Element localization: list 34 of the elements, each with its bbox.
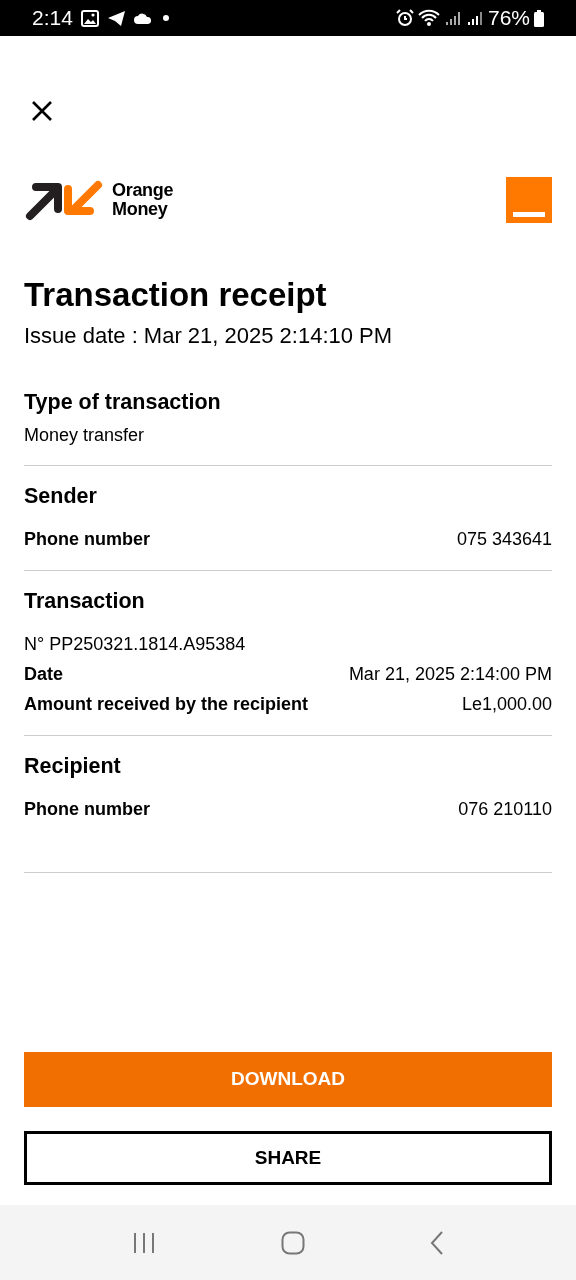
home-icon[interactable] [281, 1230, 305, 1255]
cloud-icon [133, 12, 151, 24]
alarm-icon [395, 9, 414, 27]
back-icon[interactable] [429, 1230, 444, 1255]
square-logo-icon [506, 177, 552, 223]
section-title: Type of transaction [24, 389, 222, 416]
battery-text: 76% [487, 5, 530, 32]
brand-name: Orange Money [112, 181, 174, 219]
image-icon [80, 9, 99, 27]
share-button[interactable]: SHARE [24, 1131, 552, 1185]
battery-icon [534, 9, 544, 27]
signal-icon [465, 9, 484, 27]
transaction-number: N° PP250321.1814.A95384 [24, 633, 247, 656]
section-value: Money transfer [24, 424, 146, 447]
section-title: Transaction [24, 588, 146, 615]
clock-text: 2:14 [32, 5, 73, 32]
paper-plane-icon [106, 9, 126, 27]
arrows-logo-icon [24, 179, 104, 221]
field-value: 075 343641 [456, 528, 552, 551]
receipt-title: Transaction receipt [24, 275, 328, 315]
field-label: Phone number [24, 528, 150, 551]
field-value: Mar 21, 2025 2:14:00 PM [348, 663, 552, 686]
wifi-icon [417, 9, 440, 27]
field-label: Date [24, 663, 63, 686]
field-label: Phone number [24, 798, 150, 821]
field-value: 076 210110 [458, 798, 552, 821]
field-label: Amount received by the recipient [24, 693, 309, 716]
field-value: Le1,000.00 [461, 693, 552, 716]
section-title: Recipient [24, 753, 122, 780]
issue-date: Issue date : Mar 21, 2025 2:14:10 PM [24, 322, 394, 350]
recent-apps-icon[interactable] [132, 1231, 157, 1254]
section-title: Sender [24, 483, 98, 510]
signal-icon [443, 9, 462, 27]
close-button[interactable] [30, 98, 54, 122]
